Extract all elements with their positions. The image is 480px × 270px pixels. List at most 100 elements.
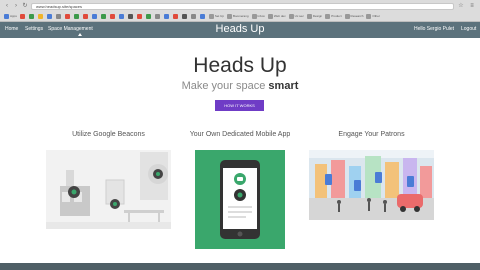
bookmark-label: Boomerang <box>233 14 249 18</box>
bookmark-item[interactable] <box>91 13 98 19</box>
bookmark-favicon-icon <box>145 13 151 19</box>
bookmark-item[interactable]: Boomerang <box>227 13 249 19</box>
bookmark-favicon-icon <box>28 13 34 19</box>
bookmark-favicon-icon <box>91 13 97 19</box>
star-icon[interactable]: ☆ <box>457 3 465 10</box>
bookmark-item[interactable] <box>28 13 35 19</box>
bookmark-favicon-icon <box>64 13 70 19</box>
patrons-illustration <box>309 150 434 220</box>
bookmark-item[interactable] <box>145 13 152 19</box>
bookmark-favicon-icon <box>127 13 133 19</box>
bookmark-favicon-icon <box>19 13 25 19</box>
bookmark-item[interactable]: Apps <box>4 13 17 19</box>
bookmark-item[interactable] <box>172 13 179 19</box>
beacons-illustration <box>46 150 171 229</box>
bookmark-label: Web dev <box>273 14 286 18</box>
active-nav-caret-icon <box>78 33 82 36</box>
bookmark-favicon-icon <box>306 13 312 19</box>
bookmark-item[interactable] <box>100 13 107 19</box>
app-navbar: Home Settings Space Management Heads Up … <box>0 22 480 38</box>
feature-title-mobile: Your Own Dedicated Mobile App <box>189 131 291 138</box>
bookmark-favicon-icon <box>46 13 52 19</box>
bookmark-favicon-icon <box>73 13 79 19</box>
bookmark-item[interactable] <box>199 13 206 19</box>
bookmark-item[interactable] <box>163 13 170 19</box>
bookmark-item[interactable] <box>19 13 26 19</box>
bookmark-favicon-icon <box>344 13 350 19</box>
bookmark-favicon-icon <box>37 13 43 19</box>
browser-chrome: ‹ › ↻ www.headsup.site/spaces ☆ ≡ Apps Se… <box>0 0 480 22</box>
bookmarks-bar: Apps Set Up Boomerang Inbox Web dev Ux sec Des… <box>4 12 476 20</box>
bookmark-item[interactable] <box>136 13 143 19</box>
bookmark-favicon-icon <box>251 13 257 19</box>
bookmark-item[interactable] <box>64 13 71 19</box>
bookmark-label: Set Up <box>214 14 225 18</box>
feature-title-beacons: Utilize Google Beacons <box>72 131 145 138</box>
menu-icon[interactable]: ≡ <box>468 3 476 10</box>
bookmark-favicon-icon <box>100 13 106 19</box>
bookmark-item[interactable]: Research <box>344 13 364 19</box>
nav-settings[interactable]: Settings <box>25 26 43 32</box>
bookmark-favicon-icon <box>199 13 205 19</box>
bookmark-favicon-icon <box>55 13 61 19</box>
bookmark-label: Research <box>350 14 364 18</box>
bookmark-item[interactable] <box>181 13 188 19</box>
bookmark-item[interactable] <box>55 13 62 19</box>
bookmark-favicon-icon <box>4 13 9 19</box>
logout-link[interactable]: Logout <box>461 26 476 32</box>
bookmark-favicon-icon <box>136 13 142 19</box>
nav-space-management[interactable]: Space Management <box>48 26 93 32</box>
tagline-emphasis: smart <box>268 80 299 92</box>
reload-icon[interactable]: ↻ <box>22 3 28 9</box>
bookmark-favicon-icon <box>208 13 214 19</box>
bookmark-favicon-icon <box>267 13 273 19</box>
bookmark-item[interactable]: Web dev <box>267 13 286 19</box>
bookmark-item[interactable] <box>82 13 89 19</box>
bookmark-favicon-icon <box>190 13 196 19</box>
bookmark-item[interactable] <box>109 13 116 19</box>
bookmark-label: Product <box>331 14 342 18</box>
bookmark-favicon-icon <box>109 13 115 19</box>
bookmark-favicon-icon <box>154 13 160 19</box>
bookmark-label: Apps <box>10 14 17 18</box>
hero-tagline: Make your space smart <box>0 80 480 92</box>
back-icon[interactable]: ‹ <box>4 3 10 9</box>
bookmark-item[interactable] <box>118 13 125 19</box>
brand-title[interactable]: Heads Up <box>216 23 265 35</box>
bookmark-favicon-icon <box>325 13 331 19</box>
bookmark-item[interactable]: Product <box>325 13 342 19</box>
bookmark-favicon-icon <box>227 13 233 19</box>
bookmark-item[interactable] <box>190 13 197 19</box>
bookmark-favicon-icon <box>118 13 124 19</box>
bookmark-favicon-icon <box>288 13 294 19</box>
bookmark-favicon-icon <box>181 13 187 19</box>
bookmark-favicon-icon <box>366 13 372 19</box>
browser-toolbar: ‹ › ↻ www.headsup.site/spaces ☆ ≡ <box>4 2 476 10</box>
how-it-works-button[interactable]: HOW IT WORKS <box>215 100 264 111</box>
bookmark-item[interactable]: Ux sec <box>288 13 304 19</box>
bookmark-favicon-icon <box>163 13 169 19</box>
bookmark-label: Other <box>372 14 380 18</box>
bookmark-label: Ux sec <box>294 14 304 18</box>
feature-title-patrons: Engage Your Patrons <box>338 131 405 138</box>
hero-title: Heads Up <box>193 54 287 77</box>
mobile-app-illustration <box>195 150 285 249</box>
nav-home[interactable]: Home <box>5 26 18 32</box>
bookmark-item[interactable] <box>73 13 80 19</box>
bookmark-item[interactable] <box>37 13 44 19</box>
user-greeting[interactable]: Hello Sergio Pulet <box>414 26 454 32</box>
bookmark-label: Design <box>312 14 323 18</box>
bookmark-label: Inbox <box>257 14 265 18</box>
bookmark-item[interactable]: Design <box>306 13 323 19</box>
forward-icon[interactable]: › <box>13 3 19 9</box>
bookmark-item[interactable]: Inbox <box>251 13 265 19</box>
bookmark-favicon-icon <box>172 13 178 19</box>
bookmark-item[interactable] <box>127 13 134 19</box>
bookmark-favicon-icon <box>82 13 88 19</box>
bookmark-item[interactable]: Other <box>366 13 380 19</box>
bookmark-item[interactable]: Set Up <box>208 13 225 19</box>
bookmark-item[interactable] <box>154 13 161 19</box>
address-bar[interactable]: www.headsup.site/spaces <box>31 2 454 10</box>
tagline-text: Make your space <box>181 80 269 92</box>
bookmark-item[interactable] <box>46 13 53 19</box>
